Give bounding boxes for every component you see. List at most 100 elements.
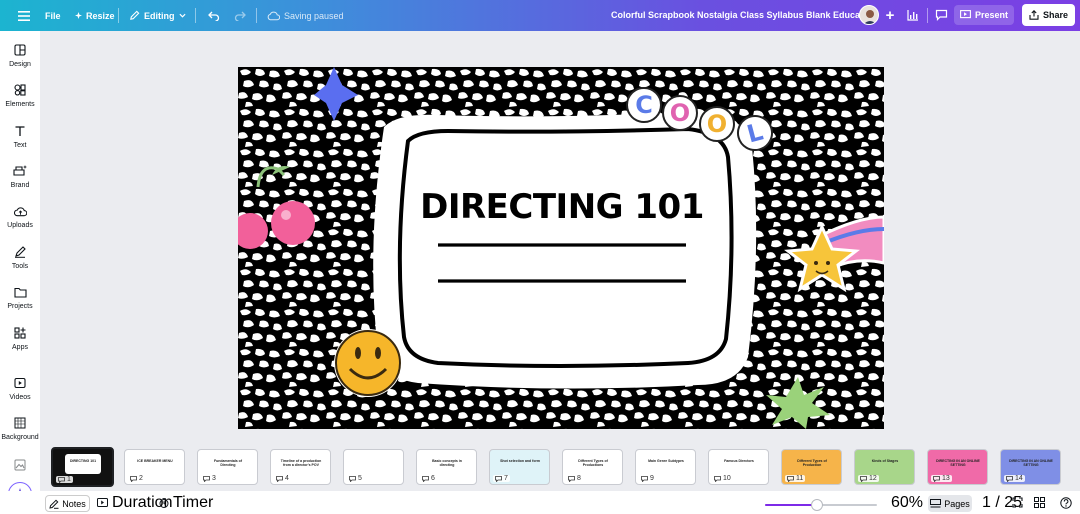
thumbnail-badge: 12 xyxy=(858,475,879,482)
notes-button[interactable]: Notes xyxy=(45,495,90,512)
divider xyxy=(118,8,119,23)
pages-button[interactable]: Pages xyxy=(928,495,972,512)
cloud-icon xyxy=(267,11,280,20)
comment-icon xyxy=(641,475,648,482)
pencil-icon xyxy=(130,10,140,20)
insights-button[interactable] xyxy=(902,5,924,25)
image-icon xyxy=(14,459,26,471)
page-thumbnail[interactable]: Famous Directors 10 xyxy=(708,449,769,485)
thumbnail-number: 5 xyxy=(358,475,362,482)
page-thumbnail[interactable]: Basic concepts in directing 6 xyxy=(416,449,477,485)
comment-icon xyxy=(203,475,210,482)
file-label: File xyxy=(45,10,61,21)
thumbnail-number: 13 xyxy=(942,475,950,482)
page-thumbnail[interactable]: DIRECTING IN AN ONLINE SETTING 13 xyxy=(927,449,988,485)
grid-icon xyxy=(1034,497,1045,508)
resize-label: Resize xyxy=(86,10,115,21)
sidebar-item-label: Brand xyxy=(10,182,30,189)
cool-letter-c-sticker[interactable]: C xyxy=(626,87,662,123)
sidebar-item-background[interactable]: Background xyxy=(0,417,40,455)
thumbnail-title: Different Types of Productions xyxy=(578,459,608,467)
document-title[interactable]: Colorful Scrapbook Nostalgia Class Sylla… xyxy=(611,0,879,31)
thumbnail-number: 12 xyxy=(869,475,877,482)
thumbnail-badge: 13 xyxy=(931,475,952,482)
thumbnail-title: Basic concepts in directing xyxy=(432,459,462,467)
present-label: Present xyxy=(974,10,1009,20)
comment-icon xyxy=(787,475,794,482)
resize-button[interactable]: Resize xyxy=(75,0,115,31)
thumbnail-badge: 2 xyxy=(128,475,145,482)
notes-label: Notes xyxy=(62,498,86,509)
sidebar-item-label: Text xyxy=(13,142,27,149)
thumbnail-badge: 9 xyxy=(639,475,656,482)
help-button[interactable] xyxy=(1060,491,1072,514)
thumbnail-title: DIRECTING IN AN ONLINE SETTING xyxy=(1009,459,1053,467)
main-menu-button[interactable] xyxy=(18,0,30,31)
composition-notebook-background xyxy=(238,67,884,429)
sidebar-item-label: Design xyxy=(9,61,31,68)
help-icon xyxy=(1060,496,1072,509)
editing-mode-dropdown[interactable]: Editing xyxy=(129,0,186,31)
avatar[interactable] xyxy=(859,5,879,25)
save-status[interactable]: Saving paused xyxy=(267,0,344,31)
thumbnail-badge: 14 xyxy=(1004,475,1025,482)
page-thumbnail[interactable]: Fundamentals of Directing 3 xyxy=(197,449,258,485)
slide-canvas[interactable]: DIRECTING 101 C O O L xyxy=(238,67,884,429)
page-thumbnail[interactable]: ICE BREAKER MENU 2 xyxy=(124,449,185,485)
top-toolbar: File Resize Editing Saving paused Colorf… xyxy=(0,0,1080,31)
page-thumbnail[interactable]: DIRECTING IN AN ONLINE SETTING 14 xyxy=(1000,449,1061,485)
left-sidebar: Design Elements Text Brand Uploads Tools… xyxy=(0,31,40,514)
page-thumbnail[interactable]: Kinds of Stages 12 xyxy=(854,449,915,485)
page-thumbnail[interactable]: Different Types of Productions 8 xyxy=(562,449,623,485)
share-button[interactable]: Share xyxy=(1022,4,1075,26)
sidebar-item-projects[interactable]: Projects xyxy=(0,287,40,325)
thumbnail-preview-card xyxy=(65,454,101,474)
timer-button[interactable]: Timer xyxy=(159,491,213,514)
file-menu-button[interactable]: File xyxy=(45,0,61,31)
cool-letter-o-sticker[interactable]: O xyxy=(699,106,735,142)
sidebar-item-elements[interactable]: Elements xyxy=(0,84,40,122)
sidebar-item-design[interactable]: Design xyxy=(0,44,40,82)
page-thumbnail[interactable]: Shot selection and form 7 xyxy=(489,449,550,485)
timer-label: Timer xyxy=(173,493,214,511)
slide-title[interactable]: DIRECTING 101 xyxy=(388,187,736,227)
grid-view-button[interactable] xyxy=(1034,491,1045,514)
page-thumbnail[interactable]: Main Genre Subtypes 9 xyxy=(635,449,696,485)
comment-icon xyxy=(568,475,575,482)
uploads-icon xyxy=(13,207,27,217)
zoom-percent[interactable]: 60% xyxy=(891,491,923,514)
design-icon xyxy=(14,44,26,56)
comment-icon xyxy=(860,475,867,482)
comments-button[interactable] xyxy=(930,5,952,25)
sidebar-item-apps[interactable]: Apps xyxy=(0,327,40,365)
thumbnail-number: 10 xyxy=(723,475,731,482)
sidebar-item-videos[interactable]: Videos xyxy=(0,377,40,415)
page-thumbnail[interactable]: DIRECTING 101 1 xyxy=(51,447,114,487)
sidebar-item-uploads[interactable]: Uploads xyxy=(0,206,40,244)
page-thumbnail[interactable]: Different Types of Production 11 xyxy=(781,449,842,485)
thumbnail-badge: 6 xyxy=(420,475,437,482)
redo-button[interactable] xyxy=(234,0,246,31)
hamburger-icon xyxy=(18,10,30,21)
cool-letter-o-sticker[interactable]: O xyxy=(662,95,698,131)
comment-icon xyxy=(422,475,429,482)
thumbnail-title: Different Types of Production xyxy=(797,459,827,467)
present-button[interactable]: Present xyxy=(954,5,1014,25)
sidebar-item-text[interactable]: Text xyxy=(0,125,40,163)
undo-button[interactable] xyxy=(208,0,220,31)
thumbnail-title: Kinds of Stages xyxy=(871,459,899,463)
sidebar-item-label: Background xyxy=(1,434,39,441)
zoom-slider-handle[interactable] xyxy=(810,499,823,511)
sidebar-item-label: Elements xyxy=(5,101,35,108)
sidebar-item-brand[interactable]: Brand xyxy=(0,165,40,203)
add-collaborator-button[interactable]: + xyxy=(882,7,898,24)
background-icon xyxy=(14,417,26,429)
text-icon xyxy=(15,126,25,136)
thumbnail-badge: 7 xyxy=(493,475,510,482)
zoom-percent-label: 60% xyxy=(891,493,924,511)
sidebar-item-tools[interactable]: Tools xyxy=(0,246,40,284)
page-thumbnail[interactable]: 5 xyxy=(343,449,404,485)
thumbnail-title: DIRECTING 101 xyxy=(69,459,97,463)
page-thumbnail[interactable]: Timeline of a production from a director… xyxy=(270,449,331,485)
fullscreen-button[interactable] xyxy=(1012,491,1023,514)
